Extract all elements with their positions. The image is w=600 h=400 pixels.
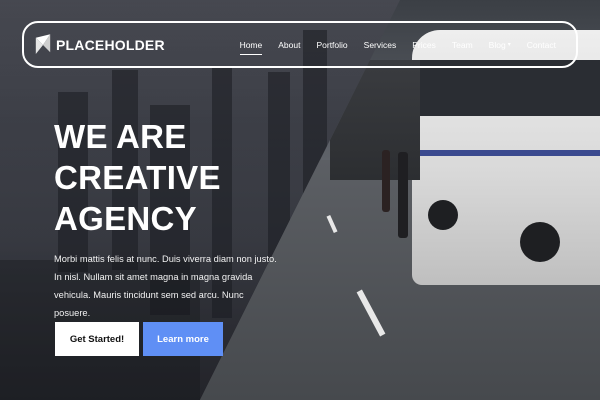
bus-wheel-shape xyxy=(428,200,458,230)
nav-menu: Home About Portfolio Services Prices Tea… xyxy=(232,39,564,55)
nav-item-label: Home xyxy=(239,39,263,50)
nav-item-about[interactable]: About xyxy=(270,40,308,50)
nav-item-label: Portfolio xyxy=(316,39,348,50)
nav-item-prices[interactable]: Prices xyxy=(404,40,444,50)
nav-item-label: Prices xyxy=(412,39,436,50)
bus-wheel-shape xyxy=(520,222,560,262)
nav-item-contact[interactable]: Contact xyxy=(519,40,564,50)
nav-item-label: Services xyxy=(363,39,397,50)
pedestrian-shape xyxy=(398,152,408,238)
nav-item-label: Blog xyxy=(488,39,506,50)
bus-window-shape xyxy=(420,60,600,116)
placeholder-logo-icon xyxy=(35,33,51,54)
nav-item-label: About xyxy=(278,39,301,50)
brand-name: PLACEHOLDER xyxy=(56,36,165,53)
nav-item-label: Contact xyxy=(526,39,556,50)
main-navbar: PLACEHOLDER Home About Portfolio Service… xyxy=(22,21,578,68)
learn-more-button[interactable]: Learn more xyxy=(143,322,223,356)
bus-stripe-shape xyxy=(418,150,600,156)
nav-item-services[interactable]: Services xyxy=(356,40,405,50)
hero-subtext: Morbi mattis felis at nunc. Duis viverra… xyxy=(54,254,277,318)
nav-item-blog[interactable]: Blog ▾ xyxy=(481,40,519,50)
headline-line: CREATIVE xyxy=(54,159,221,196)
pedestrian-shape xyxy=(382,150,390,212)
nav-item-team[interactable]: Team xyxy=(444,40,481,50)
nav-item-home[interactable]: Home xyxy=(232,39,271,55)
nav-item-label: Team xyxy=(451,39,473,50)
headline-line: WE ARE xyxy=(54,118,187,155)
get-started-button[interactable]: Get Started! xyxy=(55,322,139,356)
hero-headline: WE ARE CREATIVE AGENCY xyxy=(54,116,221,239)
nav-item-portfolio[interactable]: Portfolio xyxy=(308,40,355,50)
headline-line: AGENCY xyxy=(54,200,197,237)
brand[interactable]: PLACEHOLDER xyxy=(34,33,165,56)
chevron-down-icon: ▾ xyxy=(507,42,511,48)
